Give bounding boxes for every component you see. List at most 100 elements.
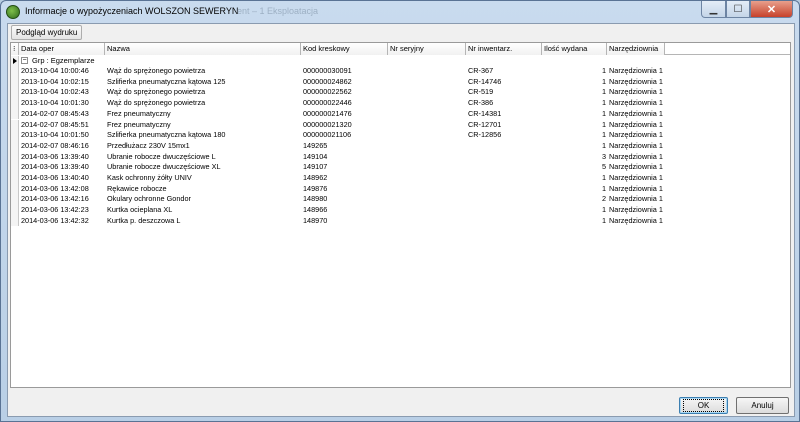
row-indicator bbox=[11, 151, 19, 163]
cell-date: 2014-03-06 13:39:40 bbox=[21, 151, 89, 161]
cell-tool-room: Narzędziownia 1 bbox=[609, 183, 663, 193]
column-header-serial[interactable]: Nr seryjny bbox=[388, 43, 466, 55]
maximize-icon[interactable]: ☐ bbox=[726, 1, 750, 18]
cell-inventory: CR-14746 bbox=[468, 76, 502, 86]
minimize-icon[interactable]: ▁ bbox=[701, 1, 726, 18]
table-row[interactable]: 2014-03-06 13:39:40 Ubranie robocze dwucz… bbox=[11, 151, 790, 163]
cell-barcode: 000000021476 bbox=[303, 108, 352, 118]
cell-inventory: CR-12856 bbox=[468, 130, 502, 140]
cell-name: Przedłużacz 230V 15mx1 bbox=[107, 140, 190, 150]
column-header-name[interactable]: Nazwa bbox=[105, 43, 301, 55]
print-preview-button[interactable]: Podgląd wydruku bbox=[11, 25, 83, 40]
table-row[interactable]: 2013-10-04 10:01:30 Wąż do sprężonego pow… bbox=[11, 98, 790, 109]
current-row-arrow-icon bbox=[13, 58, 17, 64]
cell-barcode: 000000022446 bbox=[303, 98, 352, 108]
title-bar[interactable]: Informacje o wypożyczeniach WOLSZON SEWE… bbox=[1, 1, 799, 23]
group-row[interactable]: − Grp : Egzemplarze bbox=[11, 56, 790, 66]
cell-tool-room: Narzędziownia 1 bbox=[609, 119, 663, 129]
table-row[interactable]: 2014-02-07 08:46:16 Przedłużacz 230V 15mx… bbox=[11, 140, 790, 152]
cell-tool-room: Narzędziownia 1 bbox=[609, 194, 663, 204]
row-indicator bbox=[11, 205, 19, 216]
cell-name: Kurtka ocieplana XL bbox=[107, 205, 173, 215]
row-indicator bbox=[11, 140, 19, 152]
cell-tool-room: Narzędziownia 1 bbox=[609, 130, 663, 140]
cell-quantity: 1 bbox=[601, 108, 606, 118]
window-controls: ▁ ☐ ✕ bbox=[701, 1, 793, 18]
cell-date: 2014-03-06 13:42:16 bbox=[21, 194, 89, 204]
column-header-barcode[interactable]: Kod kreskowy bbox=[301, 43, 388, 55]
table-row[interactable]: 2014-02-07 08:45:51 Frez pneumatyczny 0000… bbox=[11, 119, 790, 131]
cell-tool-room: Narzędziownia 1 bbox=[609, 173, 663, 182]
table-row[interactable]: 2014-03-06 13:42:16 Okulary ochronne Gond… bbox=[11, 194, 790, 206]
cell-tool-room: Narzędziownia 1 bbox=[609, 66, 663, 75]
table-row[interactable]: 2014-03-06 13:42:32 Kurtka p. deszczowa L… bbox=[11, 215, 790, 227]
cell-quantity: 1 bbox=[601, 173, 606, 182]
close-icon[interactable]: ✕ bbox=[750, 1, 793, 18]
cell-barcode: 149876 bbox=[303, 183, 328, 193]
cell-date: 2013-10-04 10:01:50 bbox=[21, 130, 89, 140]
app-icon bbox=[6, 5, 20, 19]
cell-date: 2014-03-06 13:42:08 bbox=[21, 183, 89, 193]
row-indicator bbox=[11, 76, 19, 88]
cell-date: 2013-10-04 10:01:30 bbox=[21, 98, 89, 108]
column-header-inventory[interactable]: Nr inwentarz. bbox=[466, 43, 542, 55]
dialog-footer: OK Anuluj bbox=[8, 388, 794, 416]
table-row[interactable]: 2014-02-07 08:45:43 Frez pneumatyczny 0000… bbox=[11, 108, 790, 120]
collapse-group-icon[interactable]: − bbox=[21, 57, 28, 64]
cell-date: 2014-03-06 13:39:40 bbox=[21, 162, 89, 172]
cell-name: Frez pneumatyczny bbox=[107, 119, 171, 129]
cell-barcode: 000000024862 bbox=[303, 76, 352, 86]
cell-barcode: 149265 bbox=[303, 140, 328, 150]
column-header-quantity[interactable]: Ilość wydana bbox=[542, 43, 607, 55]
cell-quantity: 5 bbox=[601, 162, 606, 172]
cell-quantity: 1 bbox=[601, 130, 606, 140]
cell-name: Szlifierka pneumatyczna kątowa 125 bbox=[107, 76, 226, 86]
loans-grid[interactable]: ⁝ Data oper Nazwa Kod kreskowy Nr seryjn… bbox=[10, 42, 791, 388]
cell-barcode: 148966 bbox=[303, 205, 328, 215]
cell-name: Wąż do sprężonego powietrza bbox=[107, 87, 206, 97]
cell-barcode: 000000030091 bbox=[303, 66, 352, 75]
column-chooser-icon[interactable]: ⁝ bbox=[11, 43, 19, 55]
row-indicator bbox=[11, 87, 19, 99]
table-row[interactable]: 2014-03-06 13:39:40 Ubranie robocze dwucz… bbox=[11, 162, 790, 173]
row-indicator bbox=[11, 173, 19, 184]
cell-quantity: 1 bbox=[601, 98, 606, 108]
row-indicator bbox=[11, 130, 19, 141]
cell-name: Wąż do sprężonego powietrza bbox=[107, 66, 206, 75]
cell-tool-room: Narzędziownia 1 bbox=[609, 205, 663, 215]
cell-quantity: 1 bbox=[601, 87, 606, 97]
table-row[interactable]: 2014-03-06 13:40:40 Kask ochronny żółty U… bbox=[11, 173, 790, 184]
table-row[interactable]: 2013-10-04 10:00:46 Wąż do sprężonego pow… bbox=[11, 66, 790, 77]
cell-inventory: CR-367 bbox=[468, 66, 494, 75]
cell-tool-room: Narzędziownia 1 bbox=[609, 215, 663, 225]
table-row[interactable]: 2013-10-04 10:02:43 Wąż do sprężonego pow… bbox=[11, 87, 790, 99]
cell-date: 2014-03-06 13:42:23 bbox=[21, 205, 89, 215]
cell-tool-room: Narzędziownia 1 bbox=[609, 108, 663, 118]
cancel-button[interactable]: Anuluj bbox=[736, 397, 789, 414]
table-row[interactable]: 2013-10-04 10:01:50 Szlifierka pneumatycz… bbox=[11, 130, 790, 141]
cell-quantity: 1 bbox=[601, 183, 606, 193]
cell-date: 2014-02-07 08:46:16 bbox=[21, 140, 89, 150]
table-row[interactable]: 2013-10-04 10:02:15 Szlifierka pneumatycz… bbox=[11, 76, 790, 88]
column-header-tool-room[interactable]: Narzędziownia bbox=[607, 43, 665, 55]
cell-inventory: CR-386 bbox=[468, 98, 494, 108]
cell-barcode: 148962 bbox=[303, 173, 328, 182]
table-row[interactable]: 2014-03-06 13:42:23 Kurtka ocieplana XL 14… bbox=[11, 205, 790, 216]
cell-barcode: 000000021106 bbox=[303, 130, 352, 140]
cell-barcode: 148970 bbox=[303, 215, 328, 225]
row-indicator bbox=[11, 66, 19, 77]
cell-name: Szlifierka pneumatyczna kątowa 180 bbox=[107, 130, 226, 140]
row-indicator bbox=[11, 215, 19, 227]
cell-name: Kask ochronny żółty UNIV bbox=[107, 173, 192, 182]
cell-tool-room: Narzędziownia 1 bbox=[609, 140, 663, 150]
cell-barcode: 149107 bbox=[303, 162, 328, 172]
cell-name: Ubranie robocze dwuczęściowe L bbox=[107, 151, 216, 161]
cell-quantity: 1 bbox=[601, 215, 606, 225]
table-row[interactable]: 2014-03-06 13:42:08 Rękawice robocze 14987… bbox=[11, 183, 790, 195]
cell-name: Rękawice robocze bbox=[107, 183, 167, 193]
column-header-date[interactable]: Data oper bbox=[19, 43, 105, 55]
toolbar: Podgląd wydruku bbox=[8, 24, 794, 41]
cell-quantity: 1 bbox=[601, 76, 606, 86]
cell-quantity: 2 bbox=[601, 194, 606, 204]
ok-button[interactable]: OK bbox=[679, 397, 728, 414]
